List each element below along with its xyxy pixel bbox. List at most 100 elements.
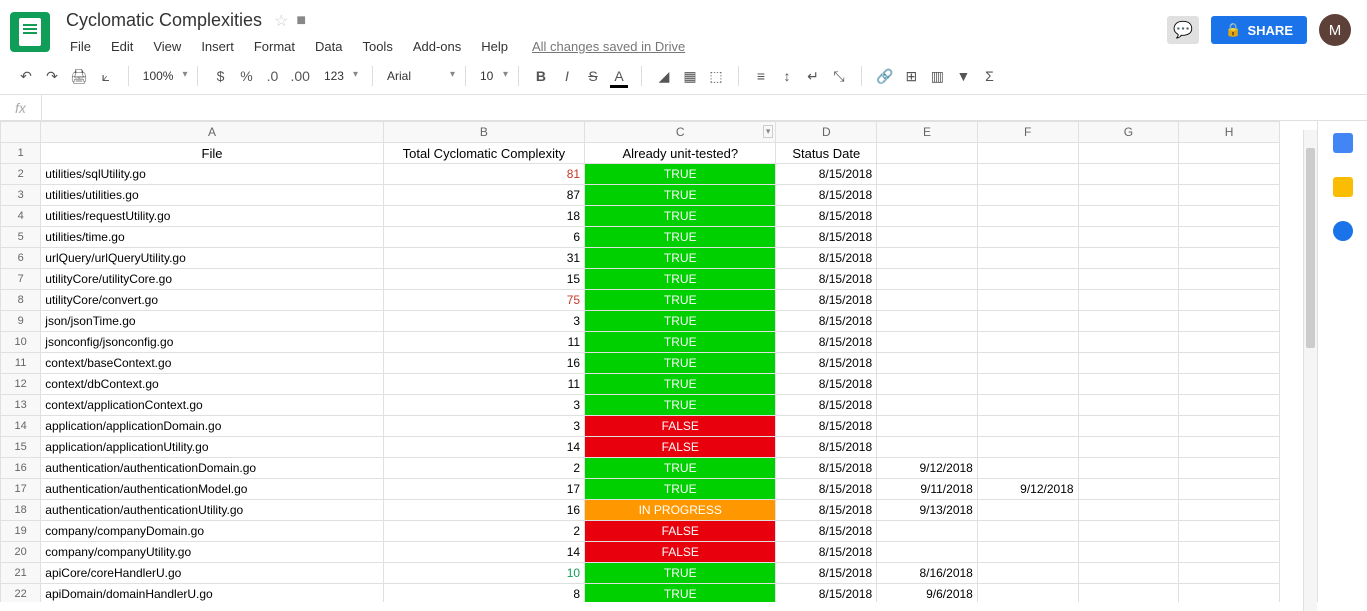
cell[interactable]: apiCore/coreHandlerU.go xyxy=(41,563,383,584)
cell[interactable] xyxy=(977,164,1078,185)
cell[interactable] xyxy=(1179,584,1280,603)
cell[interactable]: 8/15/2018 xyxy=(776,374,877,395)
cell[interactable]: 10 xyxy=(383,563,584,584)
cell[interactable]: 8/15/2018 xyxy=(776,227,877,248)
formula-input[interactable] xyxy=(42,95,1367,120)
number-format-select[interactable]: 123 xyxy=(316,66,362,86)
cell[interactable]: utilities/utilities.go xyxy=(41,185,383,206)
row-header[interactable]: 13 xyxy=(1,395,41,416)
cell[interactable]: TRUE xyxy=(585,227,776,248)
sheets-logo[interactable] xyxy=(10,12,50,52)
cell[interactable]: apiDomain/domainHandlerU.go xyxy=(41,584,383,603)
star-icon[interactable]: ☆ xyxy=(274,11,288,31)
cell[interactable] xyxy=(977,500,1078,521)
row-header[interactable]: 2 xyxy=(1,164,41,185)
cell[interactable]: 9/11/2018 xyxy=(877,479,978,500)
col-header-F[interactable]: F xyxy=(977,122,1078,143)
strike-button[interactable]: S xyxy=(581,64,605,88)
cell[interactable] xyxy=(1179,395,1280,416)
row-header[interactable]: 12 xyxy=(1,374,41,395)
cell[interactable] xyxy=(977,416,1078,437)
borders-button[interactable]: ▦ xyxy=(678,64,702,88)
cell[interactable]: authentication/authenticationModel.go xyxy=(41,479,383,500)
bold-button[interactable]: B xyxy=(529,64,553,88)
row-header[interactable]: 14 xyxy=(1,416,41,437)
cell[interactable] xyxy=(1179,185,1280,206)
italic-button[interactable]: I xyxy=(555,64,579,88)
cell[interactable]: utilities/time.go xyxy=(41,227,383,248)
scroll-thumb[interactable] xyxy=(1306,148,1315,348)
cell[interactable]: 8/15/2018 xyxy=(776,584,877,603)
cell[interactable]: FALSE xyxy=(585,521,776,542)
cell[interactable] xyxy=(1179,269,1280,290)
cell[interactable]: 8/15/2018 xyxy=(776,206,877,227)
menu-data[interactable]: Data xyxy=(307,35,350,58)
cell[interactable] xyxy=(1078,185,1179,206)
comment-button[interactable]: ⊞ xyxy=(899,64,923,88)
avatar[interactable]: M xyxy=(1319,14,1351,46)
cell[interactable] xyxy=(977,563,1078,584)
cell[interactable]: 8/15/2018 xyxy=(776,164,877,185)
col-header-A[interactable]: A xyxy=(41,122,383,143)
menu-format[interactable]: Format xyxy=(246,35,303,58)
cell[interactable]: 16 xyxy=(383,500,584,521)
cell[interactable] xyxy=(877,332,978,353)
col-header-H[interactable]: H xyxy=(1179,122,1280,143)
cell[interactable] xyxy=(877,395,978,416)
cell[interactable]: 8 xyxy=(383,584,584,603)
increase-decimal-button[interactable]: .00 xyxy=(286,64,313,88)
cell[interactable]: 31 xyxy=(383,248,584,269)
menu-insert[interactable]: Insert xyxy=(193,35,242,58)
document-title[interactable]: Cyclomatic Complexities xyxy=(62,8,266,33)
cell[interactable]: TRUE xyxy=(585,332,776,353)
cell[interactable] xyxy=(1179,437,1280,458)
row-header[interactable]: 7 xyxy=(1,269,41,290)
cell[interactable]: 75 xyxy=(383,290,584,311)
cell[interactable] xyxy=(1078,227,1179,248)
wrap-button[interactable]: ↵ xyxy=(801,64,825,88)
cell[interactable]: TRUE xyxy=(585,584,776,603)
cell[interactable]: TRUE xyxy=(585,563,776,584)
cell[interactable]: FALSE xyxy=(585,416,776,437)
cell[interactable] xyxy=(1179,563,1280,584)
cell[interactable]: TRUE xyxy=(585,248,776,269)
filter-button[interactable]: ▼ xyxy=(951,64,975,88)
chart-button[interactable]: ▥ xyxy=(925,64,949,88)
cell[interactable]: 8/15/2018 xyxy=(776,542,877,563)
redo-button[interactable]: ↷ xyxy=(40,64,64,88)
cell[interactable] xyxy=(877,164,978,185)
cell[interactable]: 8/15/2018 xyxy=(776,353,877,374)
save-status[interactable]: All changes saved in Drive xyxy=(532,39,685,54)
cell[interactable] xyxy=(1179,248,1280,269)
cell[interactable]: 6 xyxy=(383,227,584,248)
cell[interactable]: 2 xyxy=(383,521,584,542)
undo-button[interactable]: ↶ xyxy=(14,64,38,88)
cell[interactable]: Total Cyclomatic Complexity xyxy=(383,143,584,164)
tasks-icon[interactable] xyxy=(1333,221,1353,241)
cell[interactable] xyxy=(1078,332,1179,353)
cell[interactable] xyxy=(977,395,1078,416)
cell[interactable]: 14 xyxy=(383,542,584,563)
cell[interactable] xyxy=(1078,374,1179,395)
calendar-icon[interactable] xyxy=(1333,133,1353,153)
row-header[interactable]: 16 xyxy=(1,458,41,479)
cell[interactable]: Already unit-tested? xyxy=(585,143,776,164)
currency-button[interactable]: $ xyxy=(208,64,232,88)
cell[interactable]: 8/15/2018 xyxy=(776,416,877,437)
cell[interactable]: context/baseContext.go xyxy=(41,353,383,374)
cell[interactable] xyxy=(977,332,1078,353)
cell[interactable] xyxy=(977,290,1078,311)
cell[interactable] xyxy=(1078,500,1179,521)
cell[interactable] xyxy=(1179,500,1280,521)
cell[interactable] xyxy=(1078,542,1179,563)
cell[interactable]: authentication/authenticationUtility.go xyxy=(41,500,383,521)
cell[interactable]: 17 xyxy=(383,479,584,500)
fill-color-button[interactable]: ◢ xyxy=(652,64,676,88)
decrease-decimal-button[interactable]: .0 xyxy=(260,64,284,88)
cell[interactable]: 8/15/2018 xyxy=(776,437,877,458)
cell[interactable]: TRUE xyxy=(585,353,776,374)
cell[interactable]: jsonconfig/jsonconfig.go xyxy=(41,332,383,353)
row-header[interactable]: 21 xyxy=(1,563,41,584)
cell[interactable]: 18 xyxy=(383,206,584,227)
cell[interactable]: json/jsonTime.go xyxy=(41,311,383,332)
